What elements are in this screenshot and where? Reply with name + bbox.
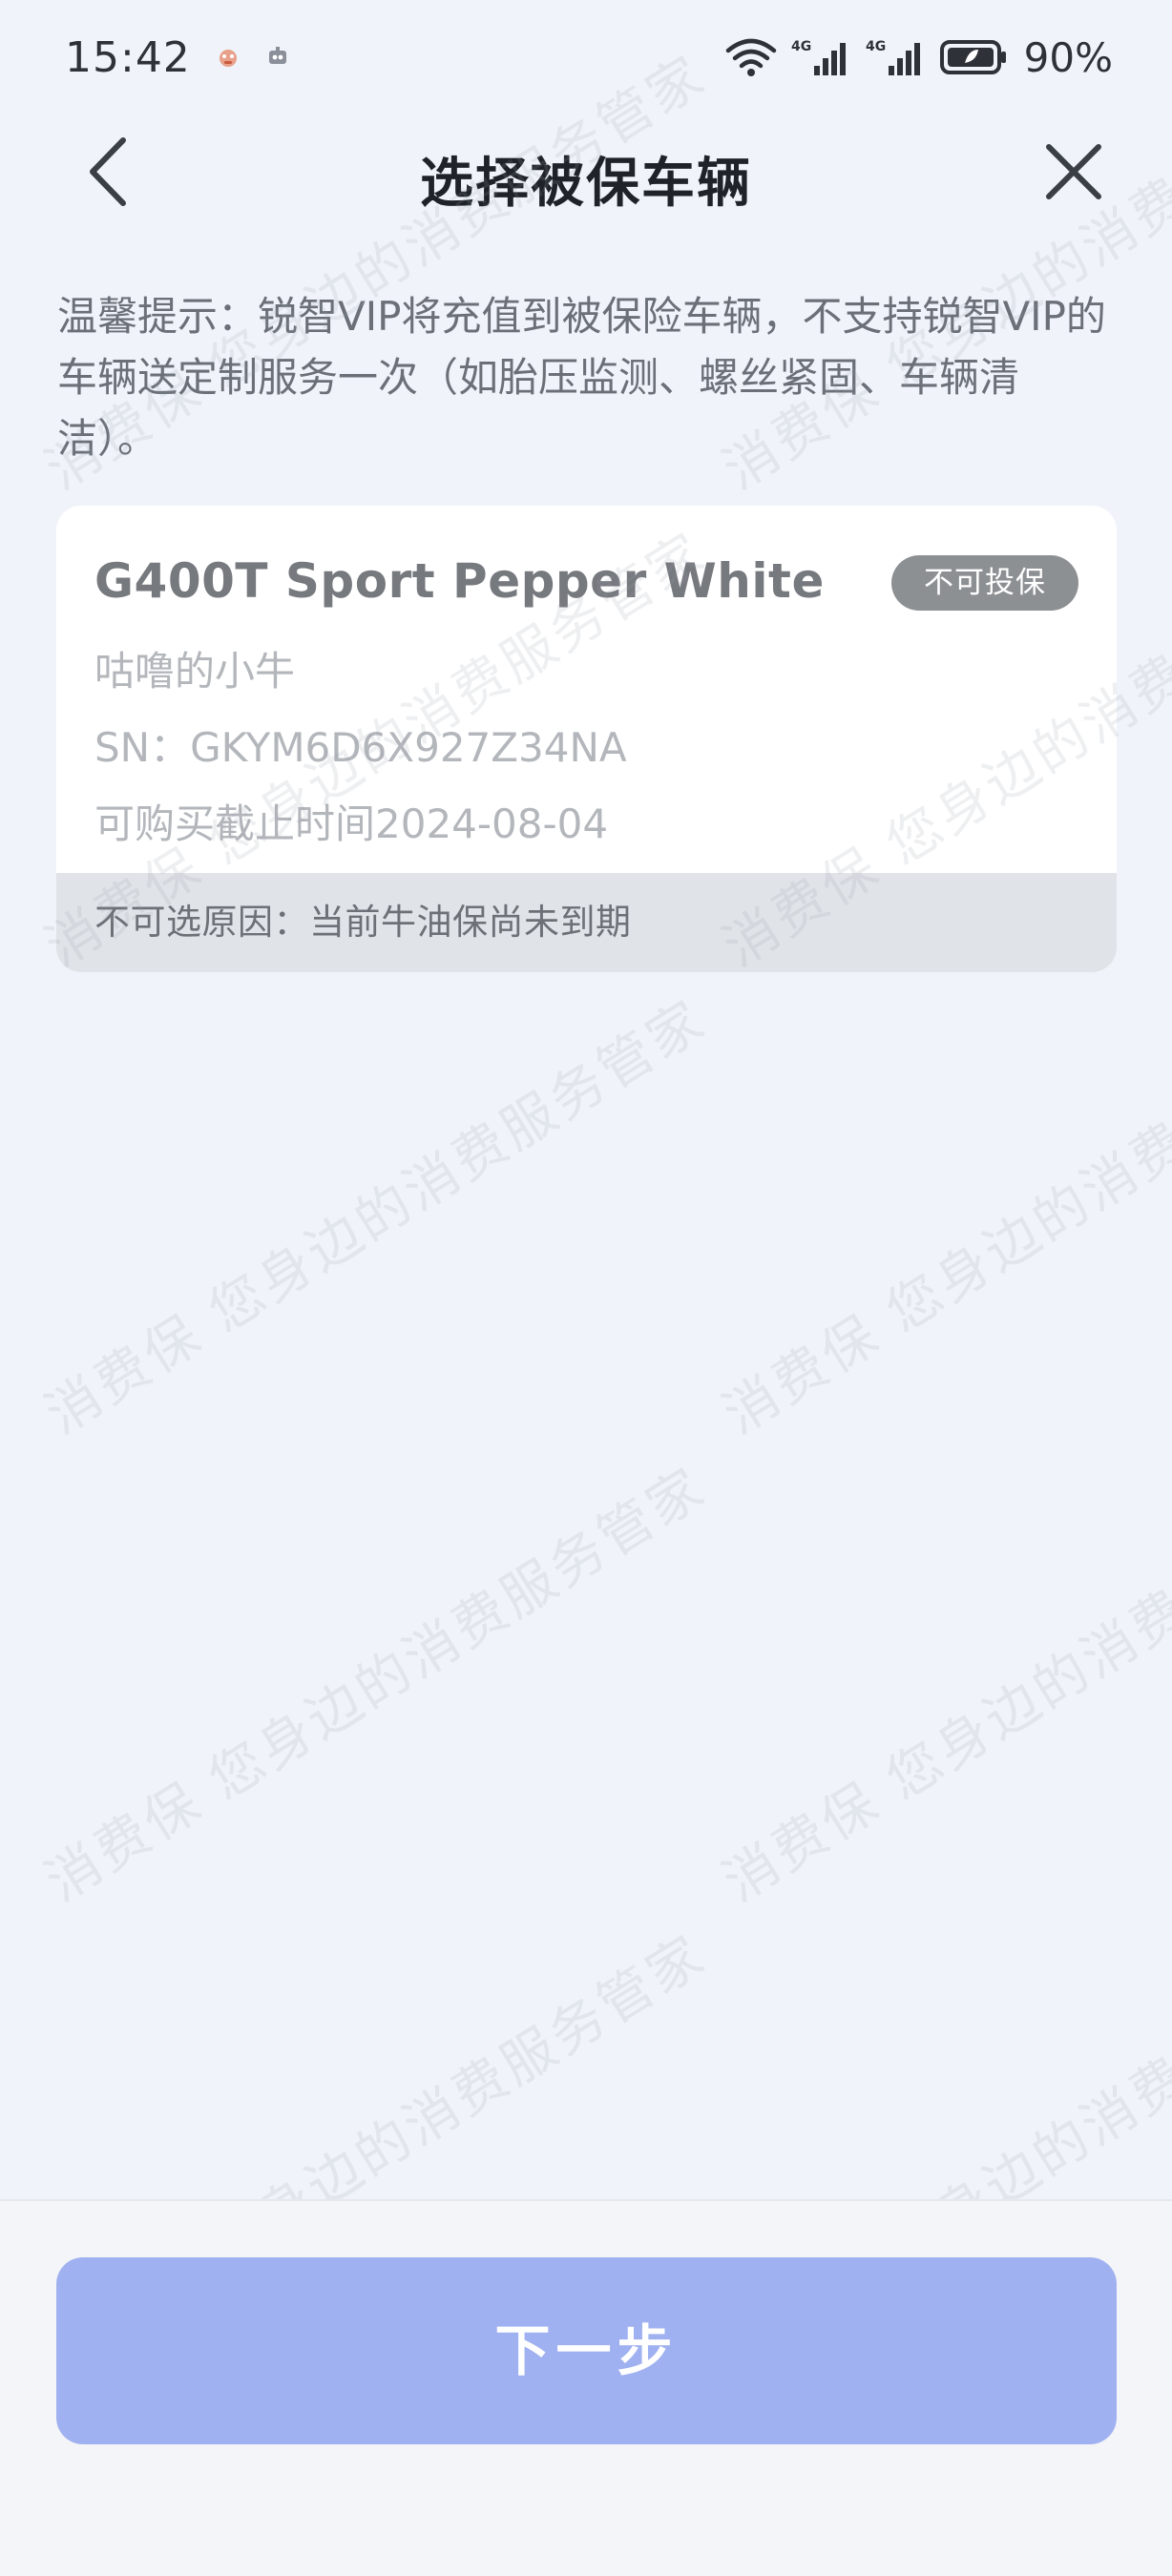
next-button[interactable]: 下一步	[56, 2257, 1117, 2444]
app-notification-icon	[216, 45, 241, 70]
svg-text:4G: 4G	[866, 39, 886, 54]
watermark-text: 消费保 您身边的消费服务管家	[712, 1456, 1172, 1915]
battery-percent: 90%	[1023, 33, 1113, 81]
status-time: 15:42	[65, 32, 191, 82]
close-button[interactable]	[1040, 136, 1107, 207]
bottom-bar: 下一步	[0, 2199, 1172, 2576]
app-notification-icon-2	[265, 45, 290, 70]
purchase-deadline: 可购买截止时间2024-08-04	[94, 800, 609, 847]
status-badge: 不可投保	[891, 555, 1078, 611]
watermark-text: 消费保 您身边的消费服务管家	[712, 988, 1172, 1447]
watermark-text: 消费保 您身边的消费服务管家	[34, 1456, 718, 1915]
watermark-text: 消费保 您身边的消费服务管家	[34, 988, 718, 1447]
owner-name: 咕噜的小牛	[94, 648, 296, 695]
serial-number: SN：GKYM6D6X927Z34NA	[94, 724, 627, 771]
signal-icon: 4G	[791, 39, 846, 75]
status-bar: 15:42 4G 4G 90%	[0, 0, 1172, 114]
close-icon	[1046, 144, 1101, 199]
notice-text: 温馨提示：锐智VIP将充值到被保险车辆，不支持锐智VIP的车辆送定制服务一次（如…	[57, 293, 1106, 462]
page-title: 选择被保车辆	[420, 153, 752, 215]
battery-icon	[939, 40, 1006, 74]
header: 选择被保车辆	[0, 119, 1172, 224]
signal-icon-2: 4G	[866, 39, 920, 75]
vehicle-card[interactable]: G400T Sport Pepper White 不可投保 咕噜的小牛 SN：G…	[56, 506, 1117, 972]
status-right: 4G 4G 90%	[724, 34, 1113, 81]
screen: 15:42 4G 4G 90% 选择被保车辆 温馨提示：锐智VIP将充值到被保险…	[0, 0, 1172, 2576]
unavailable-reason: 不可选原因：当前牛油保尚未到期	[56, 873, 1117, 972]
svg-text:4G: 4G	[791, 39, 811, 54]
vehicle-name: G400T Sport Pepper White	[94, 553, 825, 609]
wifi-icon	[725, 38, 776, 76]
status-left: 15:42	[65, 33, 290, 82]
